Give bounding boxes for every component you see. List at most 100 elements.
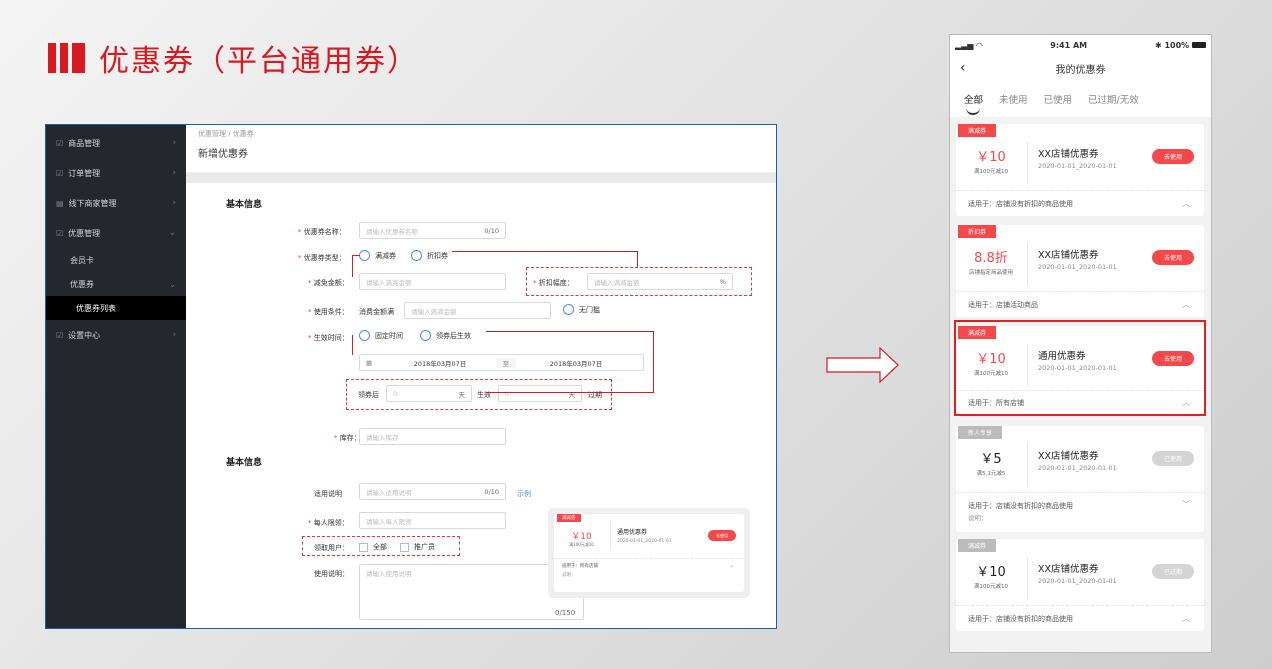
coupon-desc: 满100元减10 — [974, 584, 1008, 590]
coupon-card: 满减券 ￥10 满100元减10 XX店铺优惠券 2020-01-01_2020-… — [956, 539, 1204, 631]
back-icon[interactable]: ‹ — [960, 60, 966, 76]
preview-name: 通用优惠券 — [617, 529, 648, 536]
edit-icon: ☑ — [56, 138, 64, 148]
example-link[interactable]: 示例 — [517, 489, 531, 499]
limit-input[interactable]: 请输入每人限领 — [359, 512, 506, 529]
coupon-footer[interactable]: 适用于：店铺没有折扣的商品使用 ︿ — [956, 605, 1204, 631]
coupon-apply: 适用于：店铺没有折扣的商品使用 — [968, 200, 1073, 208]
chevron-right-icon: › — [172, 330, 176, 340]
chevron-right-icon: › — [172, 168, 176, 178]
users-label: 领取用户： — [314, 544, 349, 552]
coupon-name-input[interactable]: 请输入优惠券名称 0/10 — [359, 222, 506, 239]
apply-input[interactable]: 请输入适用说明 0/10 — [359, 483, 506, 500]
radio-reduce[interactable]: 满减券 — [359, 250, 396, 261]
coupon-desc: 店铺指定商品使用 — [968, 270, 1013, 276]
sidebar-item-settings[interactable]: ☑ 设置中心 › — [46, 320, 186, 350]
coupon-note: 说明： — [968, 514, 988, 522]
sidebar-item-products[interactable]: ☑ 商品管理 › — [46, 128, 186, 158]
checkbox-all[interactable]: 全部 — [359, 542, 387, 552]
radio-after-receive[interactable]: 领券后生效 — [420, 330, 471, 341]
radio-discount[interactable]: 折扣券 — [411, 250, 448, 261]
usage-count: 0/150 — [555, 609, 576, 617]
preview-date: 2020-01-01_2020-01-01 — [617, 539, 672, 544]
sidebar-item-offline[interactable]: ▤ 线下商家管理 › — [46, 188, 186, 218]
sidebar-item-promotions[interactable]: ☑ 优惠管理 ⌄ — [46, 218, 186, 248]
signal-wifi-icon: ▂▃▅ ◠ — [955, 40, 983, 50]
coupon-value-text: ￥10 — [976, 565, 1006, 580]
page-title: 新增优惠券 — [186, 139, 776, 173]
tab-used[interactable]: 已使用 — [1044, 92, 1073, 106]
chevron-up-icon: ︿ — [1182, 614, 1190, 623]
tab-expired[interactable]: 已过期/无效 — [1088, 92, 1139, 106]
chevron-down-icon: ﹀ — [1182, 500, 1190, 509]
radio-fixed-time[interactable]: 固定时间 — [359, 330, 403, 341]
coupon-value: ￥5 满5.1元减5 — [956, 448, 1026, 477]
divider — [186, 173, 776, 183]
condition-label: * 使用条件： — [308, 308, 349, 316]
expired-button[interactable]: 已过期 — [1152, 564, 1194, 579]
battery-indicator: ✱ 100% — [1155, 41, 1206, 50]
sidebar-subitem-member-card[interactable]: 会员卡 — [46, 248, 186, 272]
sidebar-item-label: 商品管理 — [68, 138, 101, 148]
stock-input[interactable]: 请输入库存 — [359, 428, 506, 445]
preview-tag: 满减券 — [557, 514, 581, 522]
use-button[interactable]: 去使用 — [1152, 149, 1194, 164]
coupon-footer[interactable]: 适用于：店铺活动商品 ︿ — [956, 291, 1204, 317]
coupon-name: XX店铺优惠券 — [1038, 564, 1099, 575]
tab-all[interactable]: 全部 — [964, 92, 983, 115]
reduce-label: * 减免金额： — [308, 279, 349, 287]
coupon-desc: 满100元减10 — [974, 169, 1008, 175]
sidebar-item-label: 优惠券列表 — [76, 303, 116, 313]
sidebar-item-label: 优惠管理 — [68, 228, 101, 238]
discount-input[interactable]: 请输入满减金额% — [587, 273, 733, 290]
checkbox-promoter[interactable]: 推广员 — [400, 542, 435, 552]
used-button[interactable]: 已使用 — [1152, 451, 1194, 466]
chevron-down-icon: ⌄ — [168, 228, 176, 238]
divider — [1027, 557, 1028, 599]
sidebar-subitem-coupon-list[interactable]: 优惠券列表 — [46, 296, 186, 320]
highlight-box — [954, 320, 1206, 416]
coupon-tag: 满减券 — [958, 539, 997, 552]
name-label: * 优惠券名称： — [298, 228, 346, 236]
divider — [610, 520, 611, 550]
connector-line — [352, 255, 353, 277]
connector-line — [352, 255, 360, 256]
connector-line — [452, 251, 638, 267]
tab-bar: 全部 未使用 已使用 已过期/无效 — [950, 81, 1211, 117]
coupon-card: 折扣券 8.8折 店铺指定商品使用 XX店铺优惠券 2020-01-01_2020… — [956, 225, 1204, 317]
after-prefix: 领券后 — [358, 391, 379, 399]
coupon-name: XX店铺优惠券 — [1038, 451, 1099, 462]
divider — [1027, 142, 1028, 184]
sidebar-subitem-coupon[interactable]: 优惠券 ⌄ — [46, 272, 186, 296]
preview-use-button[interactable]: 去使用 — [708, 530, 736, 541]
coupon-footer[interactable]: 适用于：店铺没有折扣的商品使用 ︿ — [956, 190, 1204, 216]
reduce-amount-input[interactable]: 请输入满减金额 — [359, 273, 506, 290]
connector-line — [486, 331, 654, 393]
nav-bar: ‹ 我的优惠券 — [950, 55, 1211, 81]
coupon-date: 2020-01-01_2020-01-01 — [1038, 464, 1117, 472]
divider — [1027, 444, 1028, 486]
coupon-name: XX店铺优惠券 — [1038, 149, 1099, 160]
coupon-apply: 适用于：店铺活动商品 — [968, 301, 1038, 309]
admin-main: 优惠管理 / 优惠券 新增优惠券 基本信息 * 优惠券名称： 请输入优惠券名称 0… — [186, 125, 776, 628]
coupon-value-text: ￥5 — [980, 452, 1002, 467]
coupon-card: 满减券 ￥10 满100元减10 XX店铺优惠券 2020-01-01_2020-… — [956, 124, 1204, 216]
chevron-down-icon: ⌄ — [728, 562, 734, 569]
coupon-footer[interactable]: 适用于：店铺没有折扣的商品使用 说明： ﹀ — [956, 492, 1204, 532]
tab-unused[interactable]: 未使用 — [999, 92, 1028, 106]
condition-input[interactable]: 请输入满减金额 — [404, 302, 551, 319]
after-days-input[interactable]: 0天 — [386, 385, 472, 402]
breadcrumb[interactable]: 优惠管理 / 优惠券 — [186, 125, 776, 139]
radio-no-threshold[interactable]: 无门槛 — [563, 304, 600, 315]
title-bars-icon — [48, 43, 85, 73]
preview-apply: 适用于：所有店铺 — [562, 564, 598, 569]
stock-label: * 库存： — [334, 434, 361, 442]
table-icon: ▤ — [56, 198, 64, 208]
coupon-value: 8.8折店铺指定商品使用 — [956, 247, 1026, 276]
sidebar-item-orders[interactable]: ☑ 订单管理 › — [46, 158, 186, 188]
coupon-value-text: ￥10 — [976, 150, 1006, 165]
type-label: * 优惠券类型： — [298, 254, 346, 262]
coupon-name: XX店铺优惠券 — [1038, 250, 1099, 261]
coupon-value-text: 8.8折 — [974, 251, 1008, 266]
use-button[interactable]: 去使用 — [1152, 250, 1194, 265]
